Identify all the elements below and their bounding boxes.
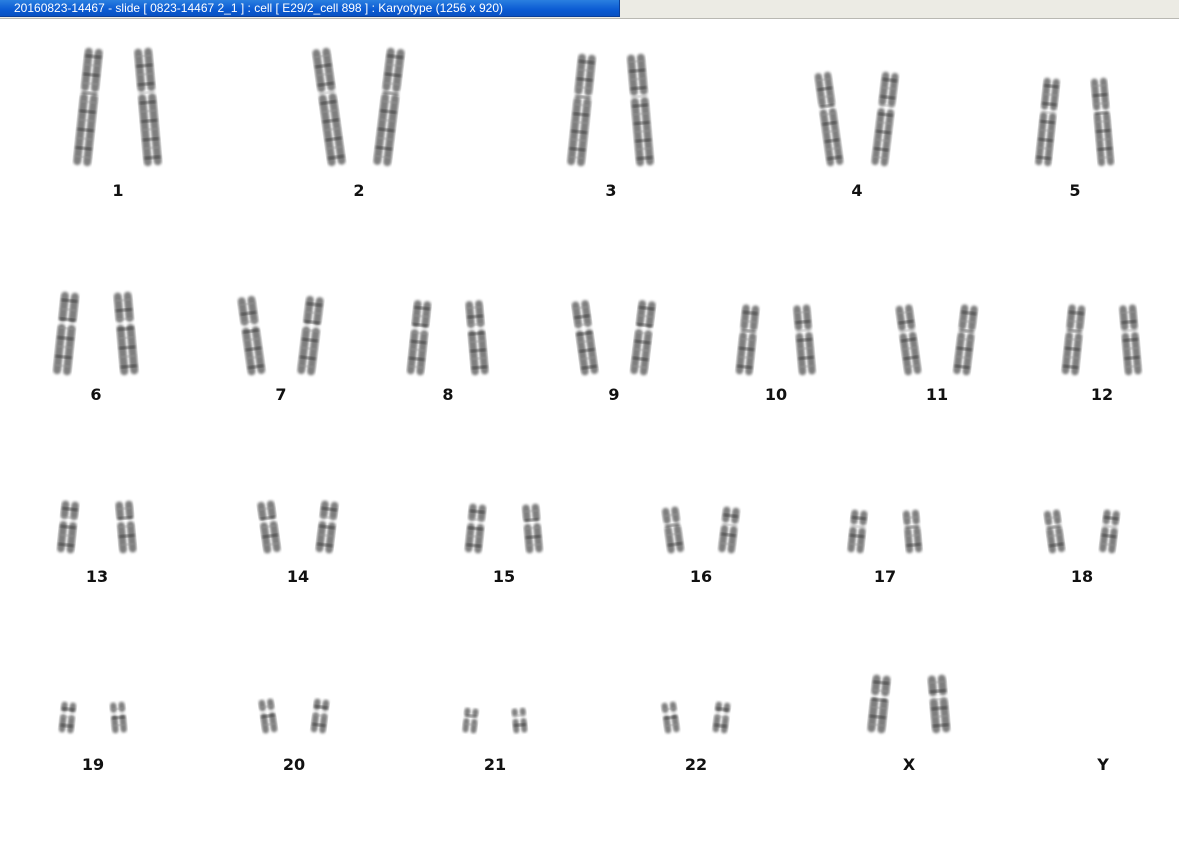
chromatid <box>1061 304 1086 376</box>
chromatid <box>627 53 654 167</box>
chromatid <box>465 300 489 376</box>
chromosome-pair-image <box>57 500 137 554</box>
chromatid <box>662 506 684 554</box>
chromosome-label: 20 <box>282 755 306 774</box>
chromosome-label: 19 <box>81 755 105 774</box>
chromatid <box>522 503 543 554</box>
chromosome-label: Y <box>1097 755 1109 774</box>
chromosome-label: X <box>902 755 916 774</box>
chromatid <box>1119 304 1142 376</box>
chromatid <box>511 707 528 734</box>
chromosome-pair-image <box>312 47 405 167</box>
chromatid <box>115 500 137 554</box>
chromatid <box>258 698 278 734</box>
chromatid <box>257 500 281 554</box>
chromosome-label: 2 <box>353 181 365 200</box>
chromatid <box>793 304 816 376</box>
chromosome-pair-image <box>814 71 899 167</box>
chromatid <box>1043 509 1066 554</box>
chromosome-label: 15 <box>492 567 516 586</box>
window-title: 20160823-14467 - slide [ 0823-14467 2_1 … <box>14 1 503 15</box>
chromosome-label: 3 <box>605 181 617 200</box>
chromatid <box>735 304 760 376</box>
chromosome-label: 16 <box>689 567 713 586</box>
chromatid <box>297 295 324 376</box>
chromosome-pair-image <box>464 503 543 554</box>
chromatid <box>953 304 978 376</box>
chromosome-pair-image <box>847 509 923 554</box>
chromosome-label: 12 <box>1090 385 1114 404</box>
chromosome-pair-image <box>895 304 978 376</box>
chromosome-pair-image <box>406 300 489 376</box>
chromosome-label: 22 <box>684 755 708 774</box>
chromatid <box>373 47 405 167</box>
chromatid <box>871 71 899 167</box>
chromatid <box>567 53 596 167</box>
chromatid <box>462 707 479 734</box>
chromatid <box>847 509 868 554</box>
title-tab[interactable]: 20160823-14467 - slide [ 0823-14467 2_1 … <box>0 0 620 17</box>
chromosome-pair-image <box>237 295 324 376</box>
chromosome-pair-image <box>58 701 127 734</box>
chromatid <box>630 300 656 376</box>
chromosome-label: 4 <box>851 181 863 200</box>
chromatid <box>58 701 77 734</box>
karyogram-area: 1 2 3 4 5 6 7 8 9 10 11 12 13 14 15 16 17 18 19 20 21 22 X Y <box>0 19 1179 862</box>
chromosome-pair-image <box>867 674 951 734</box>
chromosome-label: 10 <box>764 385 788 404</box>
chromatid <box>57 500 79 554</box>
chromatid <box>113 291 139 376</box>
karyotype-window: 20160823-14467 - slide [ 0823-14467 2_1 … <box>0 0 1179 862</box>
chromosome-label: 8 <box>442 385 454 404</box>
chromosome-label: 9 <box>608 385 620 404</box>
chromosome-pair-image <box>567 53 654 167</box>
chromosome-pair-image <box>1035 77 1115 167</box>
chromatid <box>661 701 680 734</box>
chromosome-pair-image <box>735 304 816 376</box>
chromosome-pair-image <box>1061 304 1142 376</box>
chromosome-label: 17 <box>873 567 897 586</box>
chromatid <box>110 701 127 734</box>
chromosome-pair-image <box>258 698 330 734</box>
chromatid <box>895 304 922 376</box>
chromatid <box>406 300 432 376</box>
chromosome-pair-image <box>462 707 528 734</box>
chromosome-label: 13 <box>85 567 109 586</box>
title-bar: 20160823-14467 - slide [ 0823-14467 2_1 … <box>0 0 1179 19</box>
chromosome-pair-image <box>73 47 162 167</box>
chromatid <box>712 701 731 734</box>
chromatid <box>134 47 162 167</box>
chromosome-label: 1 <box>112 181 124 200</box>
chromosome-pair-image <box>571 300 656 376</box>
chromatid <box>1099 509 1120 554</box>
chromatid <box>867 674 891 734</box>
chromatid <box>310 698 330 734</box>
chromatid <box>53 291 79 376</box>
chromosome-label: 18 <box>1070 567 1094 586</box>
chromatid <box>718 506 740 554</box>
chromatid <box>927 674 951 734</box>
chromatid <box>814 71 844 167</box>
chromosome-pair-image <box>53 291 139 376</box>
chromatid <box>1035 77 1060 167</box>
chromatid <box>902 509 923 554</box>
chromosome-label: 14 <box>286 567 310 586</box>
chromosome-label: 21 <box>483 755 507 774</box>
chromatid <box>73 47 103 167</box>
chromosome-label: 5 <box>1069 181 1081 200</box>
chromatid <box>312 47 346 167</box>
chromosome-label: 7 <box>275 385 287 404</box>
chromatid <box>464 503 487 554</box>
chromatid <box>237 295 266 376</box>
chromosome-label: 6 <box>90 385 102 404</box>
chromosome-pair-image <box>662 506 740 554</box>
chromatid <box>1090 77 1115 167</box>
chromatid <box>315 500 339 554</box>
chromosome-label: 11 <box>925 385 949 404</box>
chromosome-pair-image <box>257 500 339 554</box>
chromatid <box>571 300 599 376</box>
chromosome-pair-image <box>1043 509 1120 554</box>
chromosome-pair-image <box>661 701 731 734</box>
